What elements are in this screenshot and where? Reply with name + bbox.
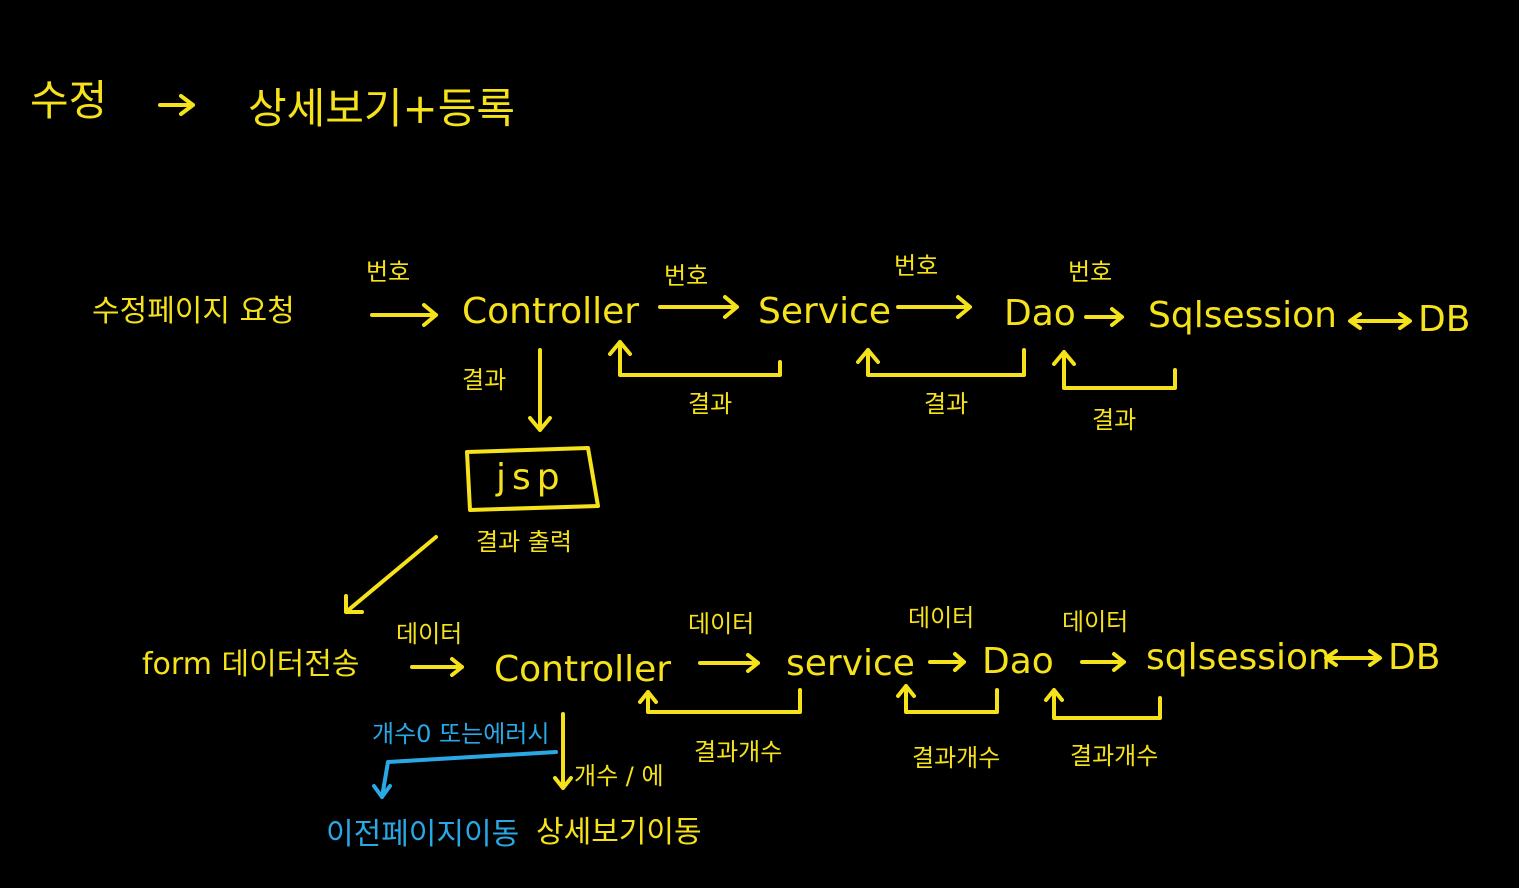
row2-call-label: 데이터 [908,604,975,632]
row1-sqlsession-node: Sqlsession [1148,295,1337,336]
row2-success-label: 개수 / 에 [574,762,664,790]
arrow-jsp-to-form [344,535,438,614]
row2-arrow-service-dao [928,652,966,672]
row1-request-node: 수정페이지 요청 [92,294,295,329]
row2-result-label: 결과개수 [694,738,783,766]
title-left: 수정 [30,76,108,125]
row2-controller-node: Controller [494,649,672,690]
row1-dao-node: Dao [1004,293,1076,334]
row1-call-label: 번호 [664,262,709,290]
row1-controller-node: Controller [462,291,640,332]
row2-return-sqlsession-dao [1044,688,1162,720]
row2-result-label: 결과개수 [1070,742,1159,770]
jsp-caption: 결과 출력 [476,528,572,556]
row2-service-node: service [786,643,915,684]
row1-result-label: 결과 [688,390,733,418]
row2-call-label: 데이터 [1062,608,1129,636]
row1-arrow-dao-sqlsession [1084,307,1124,327]
row1-db-node: DB [1418,299,1471,340]
row2-return-dao-service [896,684,999,714]
row2-error-target: 이전페이지이동 [326,817,520,852]
row1-arrow-sqlsession-db [1348,312,1412,330]
row2-dao-node: Dao [982,641,1054,682]
title-right: 상세보기+등록 [248,84,516,133]
row2-db-node: DB [1388,637,1441,678]
row1-arrow-controller-service [658,295,739,319]
row1-result-label: 결과 [1092,406,1137,434]
row2-sqlsession-node: sqlsession [1146,637,1331,678]
jsp-label: jsp [496,457,566,498]
row2-arrow-error [372,750,558,799]
row2-arrow-form-controller [410,657,464,677]
row1-return-dao-service [856,348,1026,377]
row1-arrow-controller-jsp [528,348,552,432]
title-arrow [158,94,195,116]
row2-result-label: 결과개수 [912,744,1001,772]
row2-error-label: 개수0 또는에러시 [372,720,550,748]
row1-arrow-service-dao [896,295,972,319]
row1-service-node: Service [758,291,892,332]
row2-arrow-sqlsession-db [1324,649,1382,667]
row1-return-sqlsession-dao [1052,350,1177,390]
row2-call-label: 데이터 [688,610,755,638]
row2-form-node: form 데이터전송 [142,647,360,682]
row2-success-target: 상세보기이동 [536,815,702,850]
row2-arrow-dao-sqlsession [1080,652,1126,672]
row1-result-label: 결과 [924,390,969,418]
row1-return-service-controller [608,340,782,377]
row1-call-label: 번호 [1068,258,1113,286]
row1-arrow-request-controller [370,303,438,327]
row1-call-label: 번호 [894,252,939,280]
row1-call-label: 번호 [366,258,411,286]
row2-call-label: 데이터 [396,620,463,648]
row1-down-label: 결과 [462,366,507,394]
row2-arrow-controller-service [698,653,760,673]
row2-return-service-controller [638,688,802,714]
